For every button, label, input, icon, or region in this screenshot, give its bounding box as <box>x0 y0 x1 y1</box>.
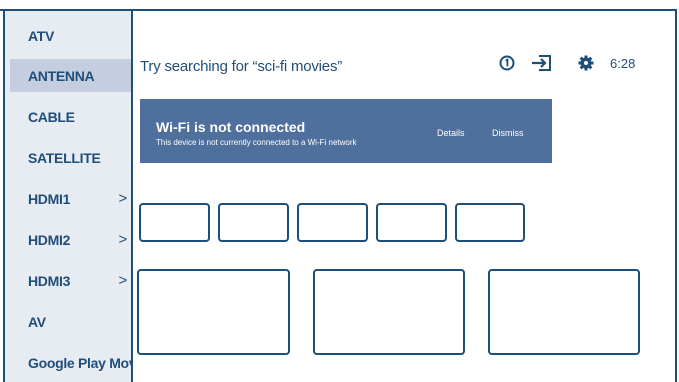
sidebar-item-label: ATV <box>28 27 55 44</box>
input-source-sidebar: ATV ANTENNA CABLE SATELLITE HDMI1 > HDMI… <box>3 9 133 382</box>
content-card[interactable] <box>137 269 290 355</box>
sidebar-item-hdmi2[interactable]: HDMI2 > <box>10 223 131 256</box>
wifi-notification-banner: Wi-Fi is not connected This device is no… <box>140 99 552 163</box>
sidebar-item-label: HDMI1 <box>28 190 71 207</box>
sidebar-item-google-play-movies[interactable]: Google Play Movies <box>10 346 131 379</box>
dismiss-button[interactable]: Dismiss <box>492 128 524 138</box>
app-tile[interactable] <box>455 203 525 242</box>
sidebar-item-label: HDMI3 <box>28 272 71 289</box>
chevron-right-icon: > <box>118 272 128 289</box>
details-button[interactable]: Details <box>437 128 465 138</box>
sidebar-item-cable[interactable]: CABLE <box>10 100 131 133</box>
sidebar-item-av[interactable]: AV <box>10 305 131 338</box>
app-tile[interactable] <box>297 203 368 242</box>
info-circle-icon[interactable] <box>499 54 515 72</box>
content-card[interactable] <box>313 269 465 355</box>
sidebar-item-satellite[interactable]: SATELLITE <box>10 141 131 174</box>
sidebar-item-hdmi3[interactable]: HDMI3 > <box>10 264 131 297</box>
search-prompt[interactable]: Try searching for “sci-fi movies” <box>140 58 342 75</box>
chevron-right-icon: > <box>118 231 128 248</box>
input-source-icon[interactable] <box>531 54 553 72</box>
sidebar-item-hdmi1[interactable]: HDMI1 > <box>10 182 131 215</box>
sidebar-item-atv[interactable]: ATV <box>10 19 131 52</box>
sidebar-item-label: AV <box>28 313 46 330</box>
gear-icon[interactable] <box>578 54 594 72</box>
sidebar-item-label: HDMI2 <box>28 231 71 248</box>
app-tile[interactable] <box>376 203 447 242</box>
sidebar-item-label: Google Play Movies <box>28 354 131 371</box>
sidebar-item-antenna[interactable]: ANTENNA <box>10 59 131 92</box>
app-tile[interactable] <box>139 203 210 242</box>
sidebar-item-label: SATELLITE <box>28 149 101 166</box>
clock: 6:28 <box>610 55 636 71</box>
sidebar-item-label: CABLE <box>28 108 75 125</box>
banner-subtitle: This device is not currently connected t… <box>156 138 357 147</box>
content-card[interactable] <box>488 269 640 355</box>
banner-title: Wi-Fi is not connected <box>156 119 306 135</box>
sidebar-item-label: ANTENNA <box>28 67 95 84</box>
chevron-right-icon: > <box>118 190 128 207</box>
app-tile[interactable] <box>218 203 289 242</box>
